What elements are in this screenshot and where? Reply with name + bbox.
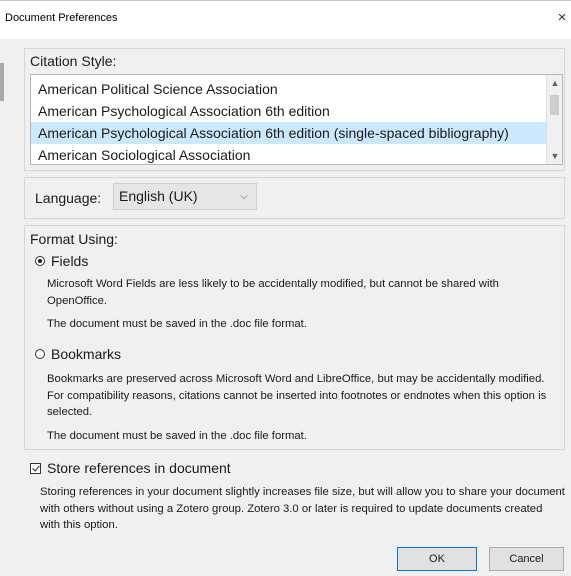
bookmarks-radio[interactable] (35, 349, 45, 359)
citation-list-scrollbar[interactable]: ▲ ▼ (546, 75, 562, 164)
window-edge-accent (0, 63, 4, 101)
chevron-down-icon: ⌵ (240, 191, 248, 202)
citation-style-item-selected[interactable]: American Psychological Association 6th e… (31, 122, 547, 144)
store-references-label: Store references in document (47, 460, 231, 476)
scrollbar-thumb[interactable] (550, 95, 559, 115)
fields-radio-label: Fields (51, 253, 89, 269)
chevron-up-icon[interactable]: ▲ (547, 75, 562, 91)
citation-style-list[interactable]: American Political Science Association A… (30, 74, 563, 165)
format-using-label: Format Using: (30, 231, 118, 247)
fields-description: Microsoft Word Fields are less likely to… (47, 278, 499, 307)
store-references-option[interactable]: Store references in document (30, 460, 231, 476)
window-title: Document Preferences (5, 12, 118, 24)
bookmarks-description: Bookmarks are preserved across Microsoft… (47, 373, 547, 418)
close-button[interactable]: × (553, 7, 571, 29)
cancel-button[interactable]: Cancel (489, 547, 564, 571)
language-selected-value: English (UK) (119, 188, 198, 204)
citation-style-item[interactable]: American Political Science Association (31, 78, 547, 100)
language-label: Language: (35, 190, 102, 206)
bookmarks-radio-option[interactable]: Bookmarks (35, 346, 121, 362)
citation-style-item[interactable]: American Sociological Association (31, 144, 547, 164)
citation-style-label: Citation Style: (30, 53, 117, 69)
bookmarks-format-note: The document must be saved in the .doc f… (47, 430, 307, 442)
title-bar: Document Preferences × (0, 1, 571, 39)
language-select[interactable]: English (UK) ⌵ (113, 183, 257, 210)
document-preferences-dialog: Document Preferences × Citation Style: A… (0, 0, 571, 576)
fields-radio[interactable] (35, 256, 45, 266)
fields-format-note: The document must be saved in the .doc f… (47, 318, 307, 330)
ok-button[interactable]: OK (397, 547, 477, 571)
chevron-down-icon[interactable]: ▼ (547, 148, 562, 164)
bookmarks-radio-label: Bookmarks (51, 346, 122, 362)
store-references-checkbox[interactable] (30, 462, 41, 474)
language-group (24, 177, 565, 219)
fields-radio-option[interactable]: Fields (35, 253, 88, 269)
store-references-description: Storing references in your document slig… (40, 486, 565, 531)
citation-style-item[interactable]: American Psychological Association 6th e… (31, 100, 547, 122)
